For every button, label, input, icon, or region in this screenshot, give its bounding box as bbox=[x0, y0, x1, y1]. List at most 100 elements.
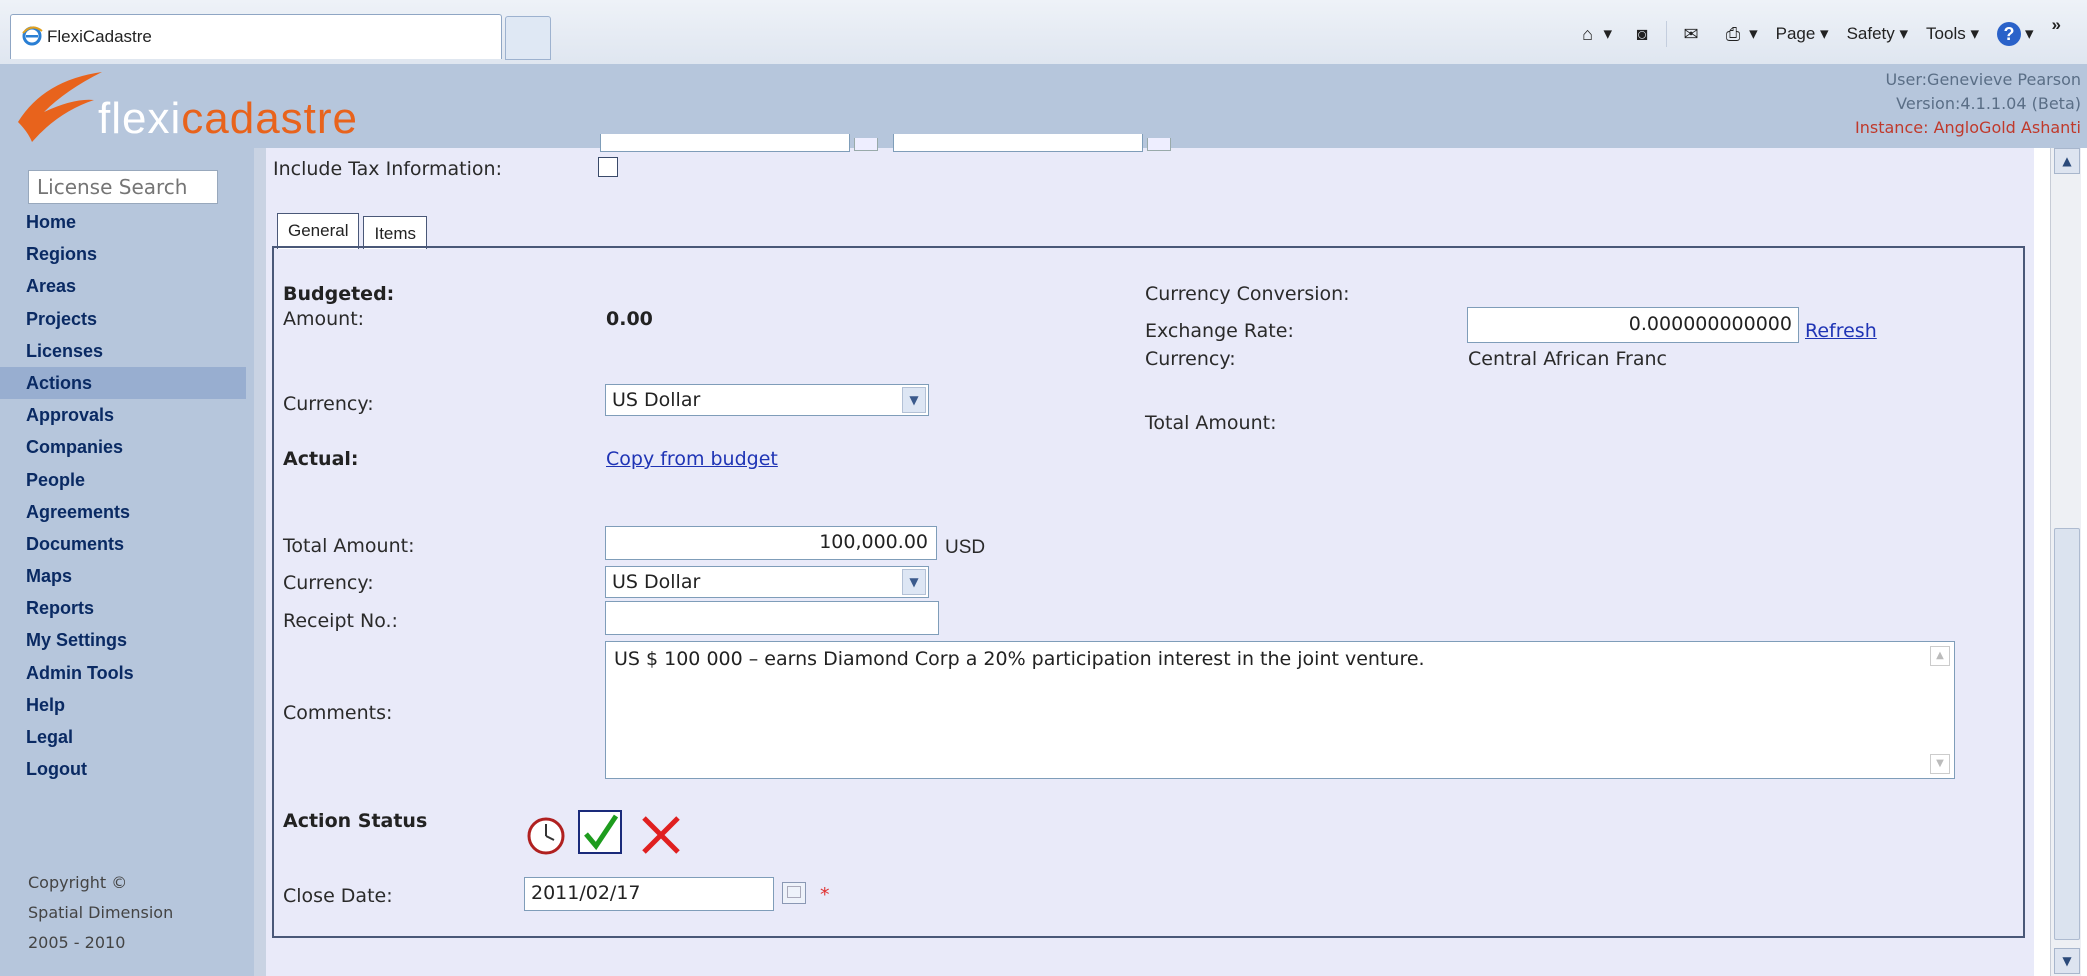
sidebar-item-home[interactable]: Home bbox=[26, 206, 222, 238]
comments-label: Comments: bbox=[283, 702, 393, 724]
comments-textarea[interactable]: US $ 100 000 – earns Diamond Corp a 20% … bbox=[605, 641, 1955, 779]
copyright: Copyright © Spatial Dimension 2005 - 201… bbox=[28, 868, 173, 958]
logo-swoosh-icon bbox=[18, 72, 102, 142]
logo-text-cadastre: cadastre bbox=[181, 94, 359, 143]
user-name: User:Genevieve Pearson bbox=[1885, 70, 2081, 89]
scroll-down-icon[interactable]: ▼ bbox=[2054, 948, 2080, 974]
sidebar-item-maps[interactable]: Maps bbox=[26, 560, 222, 592]
new-tab-button[interactable] bbox=[505, 16, 551, 60]
page-menu[interactable]: Page ▾ bbox=[1770, 20, 1835, 48]
tab-bar: General Items bbox=[277, 213, 428, 249]
total-amount-input[interactable]: 100,000.00 bbox=[605, 526, 937, 560]
chevron-down-icon: ▼ bbox=[902, 387, 926, 413]
calendar-icon[interactable] bbox=[782, 882, 806, 904]
conversion-currency-label: Currency: bbox=[1145, 348, 1236, 370]
sidebar-item-areas[interactable]: Areas bbox=[26, 270, 222, 302]
flexicadastre-logo: flexicadastre bbox=[14, 66, 414, 148]
amount-label: Amount: bbox=[283, 308, 365, 330]
sidebar-item-approvals[interactable]: Approvals bbox=[26, 399, 222, 431]
actual-currency-value: US Dollar bbox=[612, 571, 701, 593]
total-amount-label: Total Amount: bbox=[283, 535, 415, 557]
sidebar-item-reports[interactable]: Reports bbox=[26, 592, 222, 624]
total-amount-value: 100,000.00 bbox=[819, 531, 928, 553]
sidebar-item-agreements[interactable]: Agreements bbox=[26, 496, 222, 528]
license-search-input[interactable] bbox=[28, 170, 218, 204]
version: Version:4.1.1.04 (Beta) bbox=[1896, 94, 2081, 113]
conversion-total-label: Total Amount: bbox=[1145, 412, 1277, 434]
vertical-scrollbar[interactable]: ▲ ▼ bbox=[2050, 148, 2081, 976]
budget-currency-value: US Dollar bbox=[612, 389, 701, 411]
tab-general[interactable]: General bbox=[277, 213, 360, 249]
conversion-currency-value: Central African Franc bbox=[1468, 348, 1667, 370]
printer-icon: ⎙ bbox=[1725, 24, 1741, 44]
include-tax-label: Include Tax Information: bbox=[273, 158, 502, 180]
browser-command-bar: ⌂ ▾ ◙ ✉ ⎙ ▾ Page ▾ Safety ▾ Tools ▾ ? ▾ » bbox=[1570, 14, 2067, 54]
exchange-rate-input[interactable]: 0.000000000000 bbox=[1467, 307, 1799, 343]
close-date-input[interactable]: 2011/02/17 bbox=[524, 877, 774, 911]
calendar-icon[interactable] bbox=[854, 138, 878, 151]
actual-currency-select[interactable]: US Dollar ▼ bbox=[605, 566, 929, 598]
actual-currency-label: Currency: bbox=[283, 572, 374, 594]
overflow-button[interactable]: » bbox=[2046, 11, 2067, 39]
logo-text-flexi: flexi bbox=[98, 94, 182, 143]
sidebar-item-regions[interactable]: Regions bbox=[26, 238, 222, 270]
help-icon: ? bbox=[1996, 22, 2021, 46]
include-tax-checkbox[interactable] bbox=[598, 157, 618, 177]
feeds-button[interactable]: ◙ bbox=[1624, 18, 1660, 50]
sidebar-item-companies[interactable]: Companies bbox=[26, 431, 222, 463]
safety-menu[interactable]: Safety ▾ bbox=[1841, 20, 1914, 48]
comments-value: US $ 100 000 – earns Diamond Corp a 20% … bbox=[614, 648, 1425, 670]
x-icon[interactable] bbox=[640, 814, 682, 856]
amount-value: 0.00 bbox=[606, 308, 653, 330]
sidebar-item-my-settings[interactable]: My Settings bbox=[26, 624, 222, 656]
hidden-field-1[interactable] bbox=[600, 134, 850, 152]
tools-menu[interactable]: Tools ▾ bbox=[1920, 20, 1985, 48]
budget-currency-select[interactable]: US Dollar ▼ bbox=[605, 384, 929, 416]
sidebar-item-projects[interactable]: Projects bbox=[26, 303, 222, 335]
clock-icon[interactable] bbox=[526, 816, 566, 856]
sidebar-item-documents[interactable]: Documents bbox=[26, 528, 222, 560]
copyright-line: Copyright © bbox=[28, 873, 128, 892]
sidebar-item-admin-tools[interactable]: Admin Tools bbox=[26, 657, 222, 689]
exchange-rate-value: 0.000000000000 bbox=[1628, 313, 1792, 335]
help-menu[interactable]: ? ▾ bbox=[1991, 18, 2040, 50]
checkmark-icon[interactable] bbox=[578, 810, 622, 854]
budgeted-heading: Budgeted: bbox=[283, 283, 395, 305]
sidebar-item-help[interactable]: Help bbox=[26, 689, 222, 721]
hidden-field-2[interactable] bbox=[893, 134, 1143, 152]
main-divider bbox=[254, 148, 266, 976]
scroll-up-icon[interactable]: ▲ bbox=[2054, 148, 2080, 174]
actual-heading: Actual: bbox=[283, 448, 359, 470]
browser-tab-flexicadastre[interactable]: FlexiCadastre bbox=[10, 14, 502, 59]
copyright-line: Spatial Dimension bbox=[28, 903, 174, 922]
chevron-down-icon: ▼ bbox=[902, 569, 926, 595]
tab-items[interactable]: Items bbox=[363, 216, 428, 249]
home-icon: ⌂ bbox=[1582, 24, 1593, 44]
close-date-value: 2011/02/17 bbox=[531, 882, 641, 904]
refresh-link[interactable]: Refresh bbox=[1805, 320, 1877, 342]
sidebar-item-actions[interactable]: Actions bbox=[0, 366, 246, 400]
required-marker: * bbox=[820, 884, 830, 906]
sidebar-item-licenses[interactable]: Licenses bbox=[26, 335, 222, 367]
sidebar-item-logout[interactable]: Logout bbox=[26, 753, 222, 785]
calendar-icon[interactable] bbox=[1147, 138, 1171, 151]
rss-icon: ◙ bbox=[1636, 24, 1648, 44]
home-button[interactable]: ⌂ ▾ bbox=[1570, 18, 1619, 50]
scroll-thumb[interactable] bbox=[2054, 528, 2080, 940]
textarea-scroll-up-icon[interactable]: ▲ bbox=[1930, 646, 1950, 666]
total-amount-unit: USD bbox=[945, 537, 986, 558]
receipt-input[interactable] bbox=[605, 601, 939, 635]
sidebar-item-people[interactable]: People bbox=[26, 464, 222, 496]
sidebar-item-legal[interactable]: Legal bbox=[26, 721, 222, 753]
mail-icon: ✉ bbox=[1683, 24, 1699, 44]
browser-tab-title: FlexiCadastre bbox=[47, 27, 152, 46]
exchange-rate-label: Exchange Rate: bbox=[1145, 320, 1294, 342]
mail-button[interactable]: ✉ bbox=[1673, 18, 1709, 50]
copy-from-budget-link[interactable]: Copy from budget bbox=[606, 448, 778, 470]
instance: Instance: AngloGold Ashanti bbox=[1855, 118, 2081, 137]
print-button[interactable]: ⎙ ▾ bbox=[1715, 18, 1764, 50]
textarea-scroll-down-icon[interactable]: ▼ bbox=[1930, 754, 1950, 774]
budget-currency-label: Currency: bbox=[283, 393, 374, 415]
receipt-label: Receipt No.: bbox=[283, 610, 398, 632]
sidebar-nav: Home Regions Areas Projects Licenses Act… bbox=[0, 206, 246, 785]
